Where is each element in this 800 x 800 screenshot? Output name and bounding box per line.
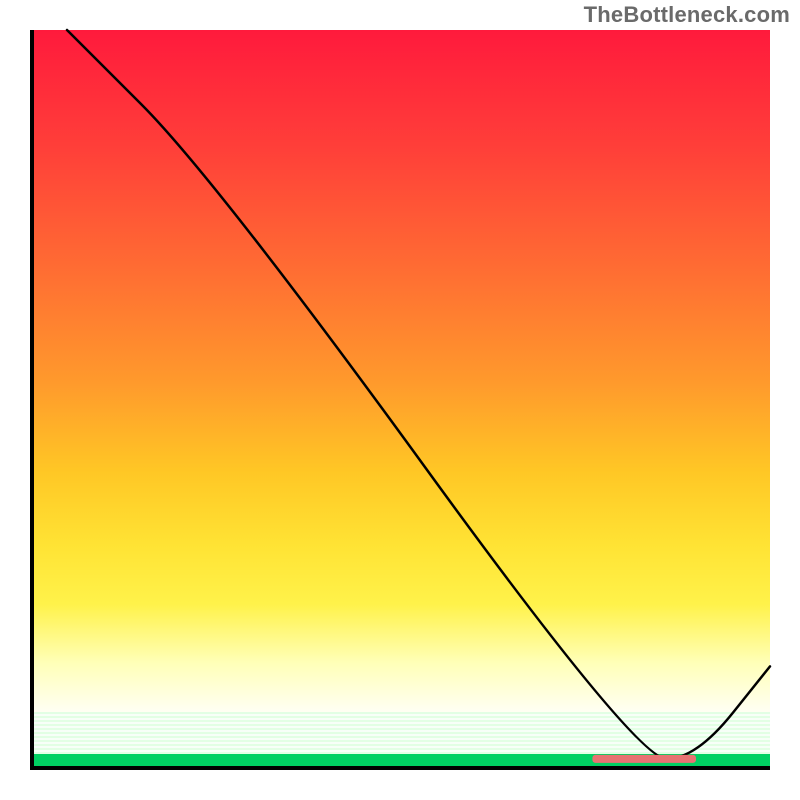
- x-axis: [30, 766, 770, 770]
- curve-svg: [30, 30, 770, 770]
- plot-area: [30, 30, 770, 770]
- y-axis: [30, 30, 34, 770]
- optimum-marker: [592, 755, 696, 763]
- watermark-text: TheBottleneck.com: [584, 2, 790, 28]
- series-curve: [67, 30, 770, 759]
